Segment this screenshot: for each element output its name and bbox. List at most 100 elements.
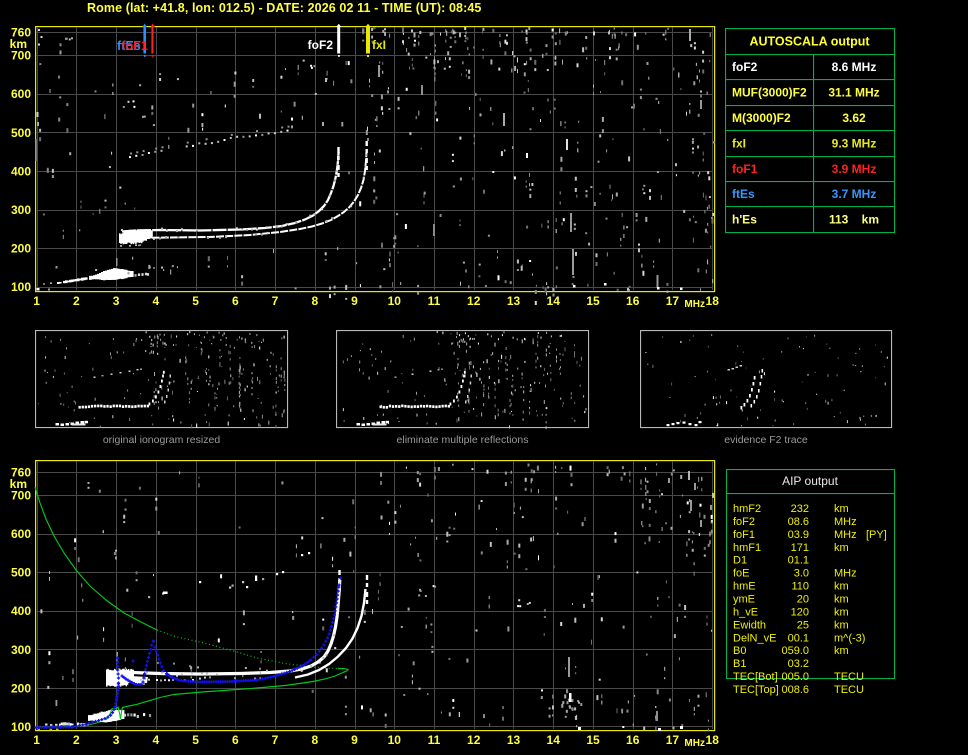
svg-text:foF1: foF1 bbox=[122, 39, 148, 53]
svg-text:17: 17 bbox=[666, 733, 680, 747]
svg-text:MHz: MHz bbox=[684, 299, 705, 310]
svg-text:2: 2 bbox=[73, 733, 80, 747]
svg-text:113 km: 113 km bbox=[829, 213, 879, 227]
svg-text:ftEs: ftEs bbox=[732, 187, 755, 201]
svg-text:D1: D1 bbox=[733, 555, 747, 567]
svg-text:25: 25 bbox=[797, 619, 809, 631]
svg-text:300: 300 bbox=[11, 643, 31, 657]
svg-text:1: 1 bbox=[33, 294, 40, 308]
svg-text:059.0: 059.0 bbox=[781, 645, 809, 657]
svg-text:9: 9 bbox=[351, 733, 358, 747]
svg-text:14: 14 bbox=[547, 733, 561, 747]
svg-text:5: 5 bbox=[192, 294, 199, 308]
svg-text:foF2: foF2 bbox=[733, 516, 755, 528]
svg-text:16: 16 bbox=[626, 294, 640, 308]
svg-text:08.6: 08.6 bbox=[788, 516, 809, 528]
svg-text:9.3 MHz: 9.3 MHz bbox=[832, 136, 877, 150]
svg-text:500: 500 bbox=[11, 566, 31, 580]
svg-text:5: 5 bbox=[192, 733, 199, 747]
svg-text:MUF(3000)F2: MUF(3000)F2 bbox=[732, 86, 807, 100]
svg-text:400: 400 bbox=[11, 604, 31, 618]
svg-text:20: 20 bbox=[797, 594, 809, 606]
svg-text:2: 2 bbox=[73, 294, 80, 308]
svg-text:100: 100 bbox=[11, 720, 31, 734]
svg-text:3: 3 bbox=[113, 733, 120, 747]
svg-text:13: 13 bbox=[507, 294, 521, 308]
svg-text:B0: B0 bbox=[733, 645, 746, 657]
svg-text:10: 10 bbox=[388, 294, 402, 308]
svg-text:3.7 MHz: 3.7 MHz bbox=[832, 187, 877, 201]
svg-text:1: 1 bbox=[33, 733, 40, 747]
svg-text:600: 600 bbox=[11, 527, 31, 541]
svg-text:4: 4 bbox=[152, 294, 159, 308]
svg-text:10: 10 bbox=[388, 733, 402, 747]
svg-text:8: 8 bbox=[311, 733, 318, 747]
svg-text:18: 18 bbox=[706, 733, 720, 747]
svg-text:03.9: 03.9 bbox=[788, 529, 809, 541]
svg-text:005.0: 005.0 bbox=[781, 671, 809, 683]
svg-text:008.6: 008.6 bbox=[781, 684, 809, 696]
svg-text:15: 15 bbox=[586, 294, 600, 308]
svg-text:MHz: MHz bbox=[834, 529, 857, 541]
svg-text:fxI: fxI bbox=[372, 38, 386, 52]
svg-text:MHz: MHz bbox=[834, 516, 857, 528]
svg-text:MHz: MHz bbox=[834, 568, 857, 580]
svg-text:hmF2: hmF2 bbox=[733, 503, 761, 515]
svg-text:MHz: MHz bbox=[684, 738, 705, 749]
svg-text:[PY]: [PY] bbox=[866, 529, 887, 541]
svg-text:fxI: fxI bbox=[732, 136, 746, 150]
svg-text:110: 110 bbox=[791, 581, 809, 593]
svg-text:M(3000)F2: M(3000)F2 bbox=[732, 111, 791, 125]
svg-text:200: 200 bbox=[11, 242, 31, 256]
svg-text:TEC[Top]: TEC[Top] bbox=[733, 684, 779, 696]
svg-text:km: km bbox=[834, 594, 849, 606]
svg-text:h_vE: h_vE bbox=[733, 606, 758, 618]
svg-text:foF1: foF1 bbox=[732, 162, 758, 176]
svg-text:km: km bbox=[10, 477, 27, 491]
svg-text:foF2: foF2 bbox=[732, 60, 758, 74]
svg-text:km: km bbox=[834, 581, 849, 593]
svg-text:TECU: TECU bbox=[834, 671, 864, 683]
svg-text:km: km bbox=[834, 645, 849, 657]
svg-text:hmE: hmE bbox=[733, 581, 756, 593]
svg-text:18: 18 bbox=[706, 294, 720, 308]
svg-text:m^(-3): m^(-3) bbox=[834, 632, 865, 644]
svg-text:foE: foE bbox=[733, 568, 750, 580]
svg-text:7: 7 bbox=[272, 294, 279, 308]
svg-text:100: 100 bbox=[11, 280, 31, 294]
svg-text:km: km bbox=[834, 542, 849, 554]
svg-text:3: 3 bbox=[113, 294, 120, 308]
svg-text:11: 11 bbox=[428, 294, 441, 308]
svg-text:400: 400 bbox=[11, 164, 31, 178]
svg-text:171: 171 bbox=[791, 542, 809, 554]
svg-text:01.1: 01.1 bbox=[788, 555, 809, 567]
svg-text:6: 6 bbox=[232, 294, 239, 308]
svg-text:120: 120 bbox=[791, 606, 809, 618]
svg-text:foF1: foF1 bbox=[733, 529, 755, 541]
svg-text:TEC[Bot]: TEC[Bot] bbox=[733, 671, 778, 683]
svg-text:3.0: 3.0 bbox=[794, 568, 809, 580]
svg-text:foF2: foF2 bbox=[308, 38, 334, 52]
svg-text:6: 6 bbox=[232, 733, 239, 747]
svg-text:15: 15 bbox=[586, 733, 600, 747]
svg-text:km: km bbox=[10, 37, 27, 51]
svg-text:original ionogram resized: original ionogram resized bbox=[103, 434, 220, 446]
svg-text:300: 300 bbox=[11, 203, 31, 217]
svg-text:AUTOSCALA output: AUTOSCALA output bbox=[749, 35, 870, 49]
svg-text:TECU: TECU bbox=[834, 684, 864, 696]
svg-text:eliminate multiple reflections: eliminate multiple reflections bbox=[397, 434, 529, 446]
svg-text:12: 12 bbox=[467, 733, 481, 747]
svg-text:8: 8 bbox=[311, 294, 318, 308]
svg-text:8.6 MHz: 8.6 MHz bbox=[832, 60, 877, 74]
svg-text:km: km bbox=[834, 619, 849, 631]
svg-text:km: km bbox=[834, 503, 849, 515]
svg-text:03.2: 03.2 bbox=[788, 658, 809, 670]
svg-text:232: 232 bbox=[791, 503, 809, 515]
svg-text:km: km bbox=[834, 606, 849, 618]
svg-text:9: 9 bbox=[351, 294, 358, 308]
svg-text:3.9 MHz: 3.9 MHz bbox=[832, 162, 877, 176]
svg-text:31.1 MHz: 31.1 MHz bbox=[828, 86, 879, 100]
svg-text:hmF1: hmF1 bbox=[733, 542, 761, 554]
svg-text:B1: B1 bbox=[733, 658, 746, 670]
svg-text:ymE: ymE bbox=[733, 594, 755, 606]
